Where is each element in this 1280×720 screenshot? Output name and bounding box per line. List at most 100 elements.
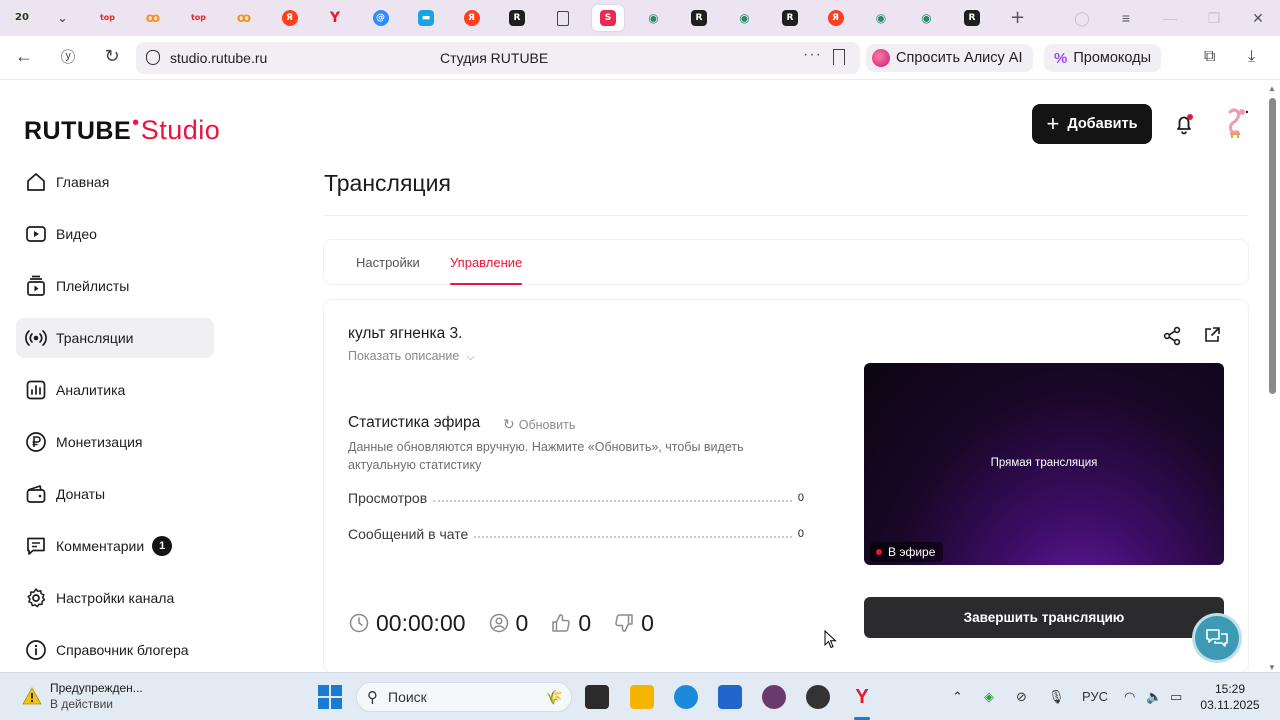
bookmark-icon[interactable] [833,49,845,65]
external-link-icon[interactable] [1203,326,1221,344]
browser-tab[interactable]: ꝏ [228,5,260,31]
share-icon[interactable] [1162,326,1182,346]
browser-tab[interactable]: Я [274,5,306,31]
sidebar-item-comments[interactable]: Комментарии 1 [16,526,214,566]
tab-settings[interactable]: Настройки [356,255,420,270]
tabs-dropdown-icon[interactable]: ⌄ [52,5,74,31]
page-title: Трансляция [324,170,451,196]
scroll-down-arrow-icon[interactable]: ▼ [1268,663,1276,672]
stream-preview[interactable]: Прямая трансляция В эфире [864,363,1224,565]
sidebar-item-broadcasts[interactable]: Трансляции [16,318,214,358]
show-description-toggle[interactable]: Показать описание ⌵ [348,349,474,363]
browser-tab[interactable]: R [683,5,715,31]
browser-tab[interactable]: ◉ [638,5,670,31]
sidebar-item-donations[interactable]: Донаты [16,474,214,514]
browser-tab[interactable]: @ [365,5,397,31]
download-icon[interactable]: ⤓ [1248,48,1255,66]
browser-tab[interactable] [547,5,579,31]
plus-icon: + [1046,111,1060,136]
promo-codes-button[interactable]: % Промокоды [1044,44,1162,72]
new-tab-button[interactable]: + [1002,5,1034,31]
sidebar-item-monetization[interactable]: Монетизация [16,422,214,462]
url-text: studio.rutube.ru [170,50,268,66]
back-arrow-icon[interactable]: ← [12,46,36,67]
store-icon[interactable] [718,685,742,709]
sidebar-item-channel-settings[interactable]: Настройки канала [16,578,214,618]
sidebar-item-home[interactable]: Главная [16,162,214,202]
tray-app-icon[interactable]: ◈ [984,689,994,705]
browser-tab[interactable]: R [774,5,806,31]
browser-tab[interactable]: 20 [6,5,38,31]
stat-label: Просмотров [348,490,428,506]
restore-icon[interactable]: ❐ [1192,10,1236,27]
divider [324,215,1248,216]
wifi-icon[interactable]: ◠ [1124,689,1135,705]
tray-disabled-icon[interactable]: ⊘ [1016,689,1027,705]
sidebar-item-playlists[interactable]: Плейлисты [16,266,214,306]
profile-icon[interactable]: ◯ [1060,10,1104,27]
chat-bubbles-icon [1206,629,1228,647]
game-app-icon[interactable] [762,685,786,709]
browser-tab[interactable]: ◉ [865,5,897,31]
sidebar-item-analytics[interactable]: Аналитика [16,370,214,410]
extensions-icon[interactable]: ⧉ [1204,48,1215,66]
refresh-button[interactable]: ↻ Обновить [503,416,575,433]
browser-tab[interactable]: ◉ [911,5,943,31]
menu-icon[interactable]: ≡ [1104,10,1148,26]
microphone-icon[interactable]: 🎙 [1048,689,1065,705]
sidebar-item-blogger-guide[interactable]: Справочник блогера [16,630,214,670]
browser-tab[interactable]: Я [456,5,488,31]
file-explorer-icon[interactable] [630,685,654,709]
browser-tab[interactable]: top [183,5,215,31]
more-dots-icon[interactable]: ··· [803,46,822,64]
end-broadcast-button[interactable]: Завершить трансляцию [864,597,1224,638]
yandex-home-icon[interactable]: ⓨ [56,46,80,67]
url-field[interactable]: studio.rutube.ru Студия RUTUBE ··· [136,42,860,74]
browser-tab[interactable]: R [501,5,533,31]
minimize-icon[interactable]: — [1148,10,1192,26]
browser-tab[interactable]: top [92,5,124,31]
taskbar-clock[interactable]: 15:29 03.11.2025 [1198,681,1262,713]
r-icon: R [509,10,525,26]
battery-icon[interactable]: ▭ [1170,689,1182,705]
browser-tab[interactable]: R [956,5,988,31]
preview-label: Прямая трансляция [990,457,1098,469]
task-view-app-icon[interactable] [585,685,609,709]
live-status-badge: В эфире [870,542,944,562]
tab-management[interactable]: Управление [450,255,522,270]
browser-tab[interactable]: Я [820,5,852,31]
browser-tab[interactable]: ◉ [729,5,761,31]
reload-icon[interactable]: ↻ [100,46,124,67]
refresh-icon: ↻ [503,416,515,432]
page-scrollbar[interactable]: ▲ ▼ [1266,84,1278,672]
viewers-value: 0 [515,609,529,636]
scroll-thumb[interactable] [1269,98,1276,394]
warning-title[interactable]: Предупрежден... [50,681,143,695]
address-bar: ← ⓨ ↻ studio.rutube.ru Студия RUTUBE ···… [0,36,1280,80]
browser-tab[interactable]: Y [319,5,351,31]
dotted-leader [433,500,792,502]
duration-counter: 00:00:00 [348,610,466,637]
scroll-up-arrow-icon[interactable]: ▲ [1268,84,1276,93]
volume-icon[interactable]: 🔈 [1146,689,1162,705]
browser-tab[interactable]: ꝏ [137,5,169,31]
avatar[interactable] [1222,106,1252,142]
yandex-icon: Я [463,10,480,26]
notification-bell-icon[interactable] [1172,112,1196,136]
taskbar-search[interactable]: ⚲ Поиск 🌾 [356,682,572,712]
edge-browser-icon[interactable] [674,685,698,709]
browser-tab-active[interactable]: S [592,5,624,31]
add-button[interactable]: + Добавить [1032,104,1152,144]
input-language[interactable]: РУС [1082,689,1108,704]
obs-icon[interactable] [806,685,830,709]
ask-alice-button[interactable]: Спросить Алису AI [866,44,1033,72]
support-chat-button[interactable] [1195,616,1239,660]
windows-start-icon[interactable] [318,685,342,709]
browser-tab[interactable]: ▬ [410,5,442,31]
sidebar-item-video[interactable]: Видео [16,214,214,254]
close-icon[interactable]: ✕ [1236,10,1280,27]
yandex-browser-icon[interactable]: Y [850,685,874,709]
tray-overflow-icon[interactable]: ⌃ [952,689,963,705]
rutube-studio-logo[interactable]: RUTUBE•Studio [24,112,220,146]
warning-icon[interactable] [22,687,42,705]
